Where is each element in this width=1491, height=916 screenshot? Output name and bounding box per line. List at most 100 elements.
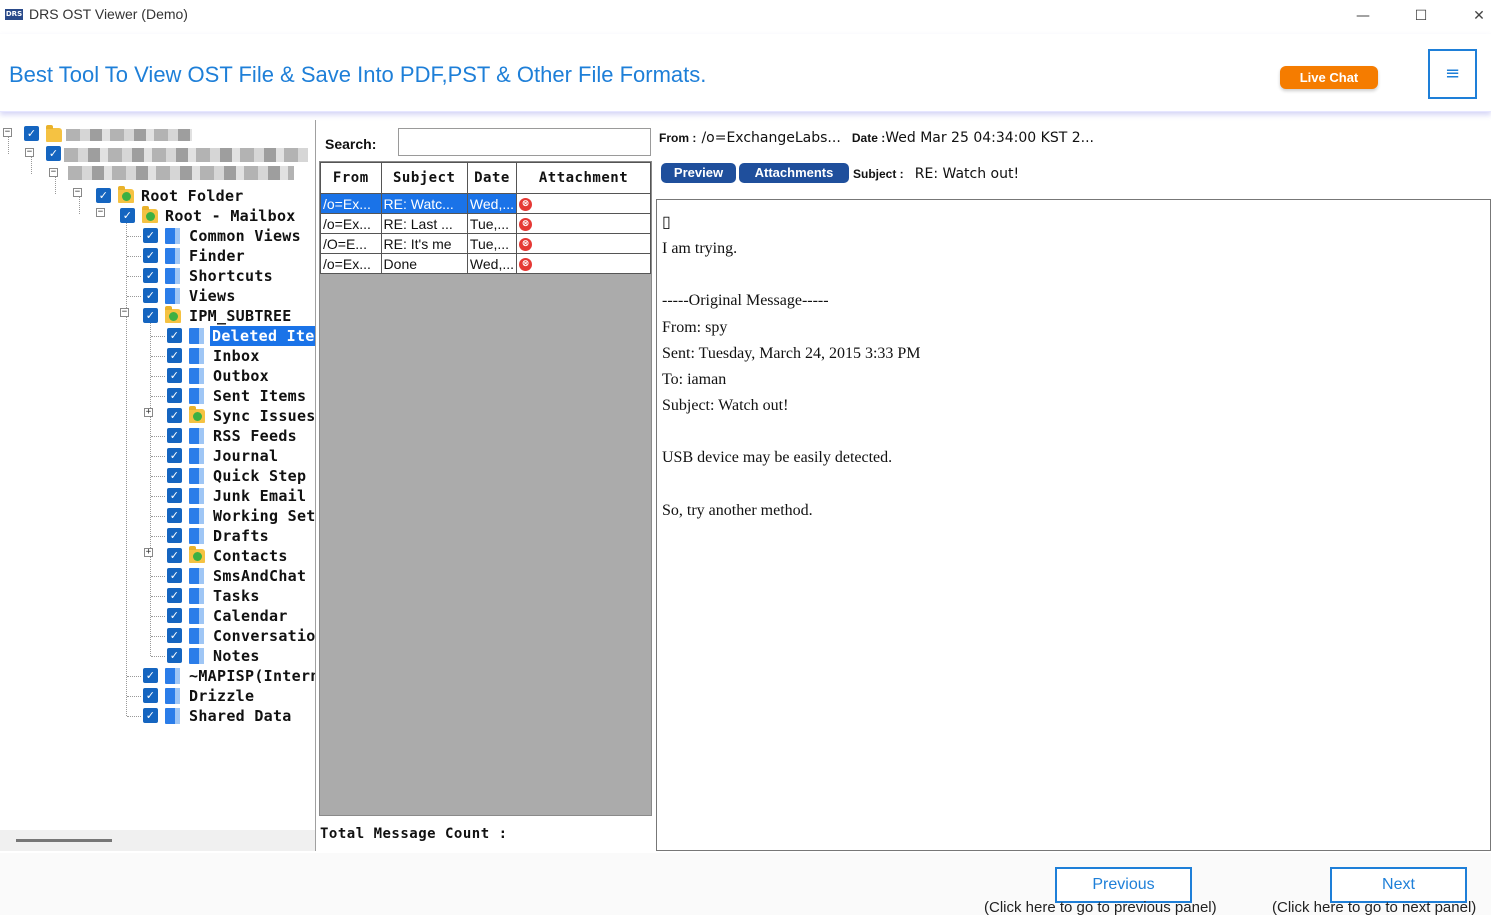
tree-checkbox[interactable]: ✓ — [167, 388, 182, 403]
menu-button[interactable]: ≡ — [1428, 49, 1477, 99]
attachment-icon: ⊗ — [519, 218, 532, 232]
tree-node-finder[interactable]: ✓ Finder — [143, 246, 315, 266]
tree-checkbox[interactable]: ✓ — [167, 508, 182, 523]
tree-checkbox[interactable]: ✓ — [120, 208, 135, 223]
tree-checkbox[interactable]: ✓ — [24, 126, 39, 141]
column-header-subject[interactable]: Subject — [380, 162, 468, 194]
tree-collapse-toggle[interactable]: − — [3, 128, 12, 137]
column-header-date[interactable]: Date — [466, 162, 518, 194]
scrollbar-thumb[interactable] — [16, 839, 112, 842]
tree-collapse-toggle[interactable]: − — [49, 168, 58, 177]
next-button[interactable]: Next — [1330, 867, 1467, 903]
minimize-button[interactable]: — — [1345, 4, 1381, 28]
tree-checkbox[interactable]: ✓ — [167, 648, 182, 663]
tree-node-smsandchat[interactable]: ✓ SmsAndChat — [167, 566, 315, 586]
tree-node-calendar[interactable]: ✓ Calendar — [167, 606, 315, 626]
tree-checkbox[interactable]: ✓ — [167, 568, 182, 583]
cell-attachment: ⊗ — [516, 233, 651, 254]
tree-node-root-mailbox[interactable]: ✓ Root - Mailbox — [120, 206, 315, 226]
tree-checkbox[interactable]: ✓ — [167, 408, 182, 423]
tree-checkbox[interactable]: ✓ — [167, 428, 182, 443]
folder-blue-icon — [189, 488, 204, 504]
message-body-pane[interactable]: ▯ I am trying. -----Original Message----… — [656, 199, 1491, 851]
tree-checkbox[interactable]: ✓ — [143, 268, 158, 283]
folder-blue-icon — [189, 328, 204, 344]
tree-collapse-toggle[interactable]: − — [25, 148, 34, 157]
previous-button[interactable]: Previous — [1055, 867, 1192, 903]
message-row[interactable]: /O=E... RE: It's me Tue,... ⊗ — [320, 233, 651, 254]
tree-node-drizzle[interactable]: ✓ Drizzle — [143, 686, 315, 706]
tree-checkbox[interactable]: ✓ — [143, 688, 158, 703]
tree-checkbox[interactable]: ✓ — [167, 548, 182, 563]
tree-checkbox[interactable]: ✓ — [167, 328, 182, 343]
tree-checkbox[interactable]: ✓ — [143, 708, 158, 723]
tree-node-junk-email[interactable]: ✓ Junk Email — [167, 486, 315, 506]
cell-attachment: ⊗ — [516, 253, 651, 274]
close-button[interactable]: ✕ — [1461, 4, 1491, 28]
maximize-button[interactable]: ☐ — [1403, 4, 1439, 28]
tree-checkbox[interactable]: ✓ — [167, 608, 182, 623]
tree-node-sync-issues[interactable]: ✓ Sync Issues — [167, 406, 315, 426]
tree-node-label: Drizzle — [189, 687, 255, 705]
tree-node-common-views[interactable]: ✓ Common Views — [143, 226, 315, 246]
column-header-attachment[interactable]: Attachment — [516, 162, 651, 194]
tree-node-mapisp-internal[interactable]: ✓ ~MAPISP(Intern — [143, 666, 315, 686]
tree-checkbox[interactable]: ✓ — [167, 488, 182, 503]
tree-checkbox[interactable]: ✓ — [143, 288, 158, 303]
tree-checkbox[interactable]: ✓ — [143, 228, 158, 243]
tree-checkbox[interactable]: ✓ — [143, 668, 158, 683]
cell-from: /o=Ex... — [320, 213, 382, 234]
tree-checkbox[interactable]: ✓ — [167, 528, 182, 543]
tree-node-label: Junk Email — [213, 487, 307, 505]
tree-checkbox[interactable]: ✓ — [143, 248, 158, 263]
message-list[interactable]: From Subject Date Attachment /o=Ex... RE… — [319, 161, 652, 816]
tree-node-ipm-subtree[interactable]: ✓ IPM_SUBTREE — [143, 306, 315, 326]
tree-checkbox[interactable]: ✓ — [167, 468, 182, 483]
tree-expand-toggle[interactable]: + — [144, 408, 153, 417]
date-key: Date : — [851, 131, 886, 145]
tree-node-root-folder[interactable]: ✓ Root Folder — [96, 186, 315, 206]
tree-checkbox[interactable]: ✓ — [167, 368, 182, 383]
search-input[interactable] — [398, 128, 651, 156]
tree-node-working-set[interactable]: ✓ Working Set — [167, 506, 315, 526]
tree-node-outbox[interactable]: ✓ Outbox — [167, 366, 315, 386]
message-row[interactable]: /o=Ex... Done Wed,... ⊗ — [320, 253, 651, 274]
tree-node-conversation-action-settings[interactable]: ✓ Conversation — [167, 626, 315, 646]
tree-node-rss-feeds[interactable]: ✓ RSS Feeds — [167, 426, 315, 446]
message-row[interactable]: /o=Ex... RE: Last ... Tue,... ⊗ — [320, 213, 651, 234]
tree-node-sent-items[interactable]: ✓ Sent Items — [167, 386, 315, 406]
live-chat-button[interactable]: Live Chat — [1280, 66, 1378, 89]
tree-checkbox[interactable]: ✓ — [96, 188, 111, 203]
tree-node-tasks[interactable]: ✓ Tasks — [167, 586, 315, 606]
tree-node-notes[interactable]: ✓ Notes — [167, 646, 315, 666]
tree-node-quick-step-settings[interactable]: ✓ Quick Step S — [167, 466, 315, 486]
tree-node-drafts[interactable]: ✓ Drafts — [167, 526, 315, 546]
tree-node-views[interactable]: ✓ Views — [143, 286, 315, 306]
tree-checkbox[interactable]: ✓ — [167, 448, 182, 463]
tree-checkbox[interactable]: ✓ — [167, 348, 182, 363]
tree-checkbox[interactable]: ✓ — [143, 308, 158, 323]
tree-checkbox[interactable]: ✓ — [46, 146, 61, 161]
horizontal-scrollbar[interactable] — [0, 830, 315, 851]
folder-tree[interactable]: − ✓ − ✓ − − ✓ Root Folder − ✓ Root - Mai… — [0, 120, 316, 851]
tab-attachments[interactable]: Attachments — [739, 163, 849, 183]
tree-collapse-toggle[interactable]: − — [96, 208, 105, 217]
tree-checkbox[interactable]: ✓ — [167, 628, 182, 643]
tree-node-shared-data[interactable]: ✓ Shared Data — [143, 706, 315, 726]
message-row[interactable]: /o=Ex... RE: Watc... Wed,... ⊗ — [320, 193, 651, 214]
tree-node-inbox[interactable]: ✓ Inbox — [167, 346, 315, 366]
tree-node-deleted-items[interactable]: ✓ Deleted Item — [167, 326, 315, 346]
tree-node-label: Outbox — [213, 367, 269, 385]
tree-node-journal[interactable]: ✓ Journal — [167, 446, 315, 466]
tree-collapse-toggle[interactable]: − — [120, 308, 129, 317]
tree-node-shortcuts[interactable]: ✓ Shortcuts — [143, 266, 315, 286]
tree-node-label: Inbox — [213, 347, 260, 365]
tree-expand-toggle[interactable]: + — [144, 548, 153, 557]
tree-checkbox[interactable]: ✓ — [167, 588, 182, 603]
tree-node-contacts[interactable]: ✓ Contacts — [167, 546, 315, 566]
tab-preview[interactable]: Preview — [661, 163, 736, 183]
tree-collapse-toggle[interactable]: − — [73, 188, 82, 197]
column-header-from[interactable]: From — [320, 162, 382, 194]
redacted-label — [64, 148, 308, 162]
subject-key: Subject : — [853, 167, 904, 181]
